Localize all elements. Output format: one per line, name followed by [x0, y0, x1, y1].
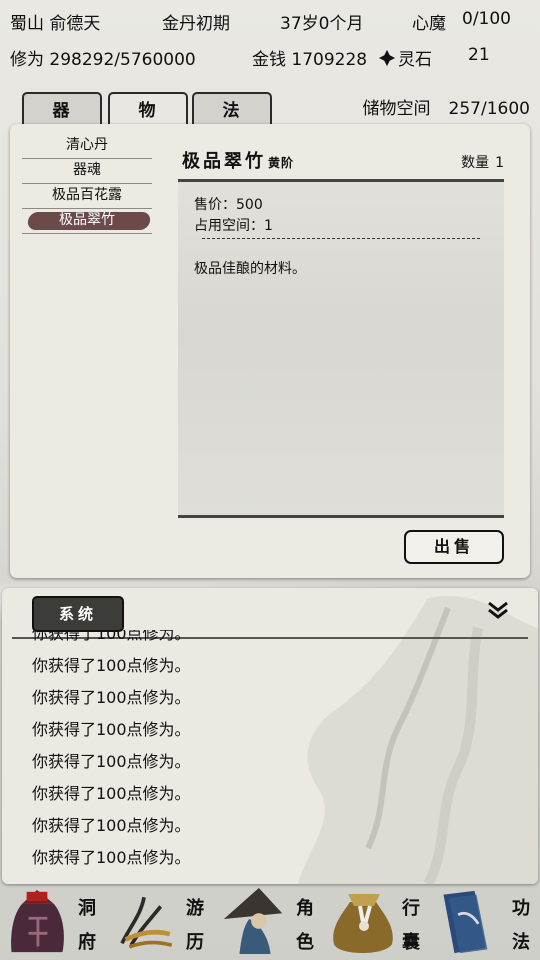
item-label: 极品翠竹	[59, 212, 115, 228]
nav-label-top: 行	[402, 898, 420, 919]
list-item[interactable]: 极品百花露	[22, 184, 152, 209]
nav-label-top: 角	[296, 898, 314, 919]
nav-label-bottom: 色	[296, 932, 314, 953]
bag-icon	[333, 894, 393, 953]
heart-demon-value: 0/100	[462, 9, 511, 29]
spirit-stone-group: 灵石	[378, 45, 432, 70]
divider	[202, 238, 480, 239]
book-icon	[443, 890, 488, 954]
quantity-label: 数量	[461, 155, 490, 171]
spirit-stone-icon	[378, 49, 396, 67]
log-line: 你获得了100点修为。	[32, 816, 191, 835]
heart-demon-label: 心魔	[412, 14, 446, 34]
player-name: 蜀山 俞德天	[10, 14, 101, 34]
bottom-navigation: 洞 府 游 历 角 色 行 囊 功 法	[0, 884, 540, 960]
log-list[interactable]: 你获得了100点修为。 你获得了100点修为。 你获得了100点修为。 你获得了…	[32, 630, 512, 880]
item-description-box: 售价：500 占用空间：1 极品佳酿的材料。	[178, 179, 504, 518]
storage-label: 储物空间	[362, 99, 431, 119]
money-value: 金钱 1709228	[252, 50, 368, 70]
log-line: 你获得了100点修为。	[32, 656, 191, 675]
nav-travel[interactable]: 游 历	[108, 884, 216, 960]
log-line: 你获得了100点修为。	[32, 630, 191, 643]
spirit-stone-label: 灵石	[398, 50, 432, 70]
item-price: 售价：500	[194, 197, 263, 213]
tab-system[interactable]: 系统	[32, 596, 124, 632]
item-description: 极品佳酿的材料。	[194, 261, 306, 277]
log-line: 你获得了100点修为。	[32, 784, 191, 803]
nav-cave-dwelling[interactable]: 洞 府	[0, 884, 108, 960]
inventory-panel: 清心丹 器魂 极品百花露 极品翠竹 极品翠竹 黄阶 数量 1 售价：500 占用空间…	[10, 124, 530, 578]
age-label: 37岁0个月	[280, 14, 364, 34]
list-item[interactable]: 器魂	[22, 159, 152, 184]
log-line: 你获得了100点修为。	[32, 720, 191, 739]
storage-value: 257/1600	[448, 99, 530, 119]
list-item[interactable]: 清心丹	[22, 134, 152, 159]
log-line: 你获得了100点修为。	[32, 848, 191, 867]
item-detail-title: 极品翠竹 黄阶	[182, 147, 294, 173]
log-line: 你获得了100点修为。	[32, 688, 191, 707]
tab-techniques[interactable]: 法	[192, 92, 272, 128]
character-icon	[223, 887, 283, 955]
storage-capacity: 储物空间 257/1600	[363, 94, 530, 119]
log-line: 你获得了100点修为。	[32, 752, 191, 771]
nav-label-bottom: 囊	[402, 932, 420, 953]
item-label: 清心丹	[66, 137, 108, 153]
nav-techniques[interactable]: 功 法	[432, 884, 540, 960]
quantity-value: 1	[495, 155, 504, 171]
item-label: 极品百花露	[52, 187, 122, 203]
nav-label-bottom: 历	[186, 932, 204, 953]
nav-bag[interactable]: 行 囊	[324, 884, 432, 960]
status-header: 蜀山 俞德天 金丹初期 37岁0个月 心魔 0/100 修为 298292/57…	[0, 0, 540, 80]
nav-label-bottom: 府	[78, 932, 96, 953]
cave-dwelling-icon	[11, 889, 64, 953]
nav-label-top: 游	[186, 898, 204, 919]
nav-label-bottom: 法	[512, 932, 530, 953]
nav-label-top: 洞	[78, 898, 96, 919]
item-space: 占用空间：1	[194, 218, 273, 234]
tab-equipment[interactable]: 器	[22, 92, 102, 128]
message-log-panel: 系统 你获得了100点修为。 你获得了100点修为。 你获得了100点修为。 你…	[2, 588, 538, 884]
item-quantity: 数量 1	[461, 152, 504, 172]
spirit-stone-value: 21	[468, 45, 490, 65]
item-list: 清心丹 器魂 极品百花露 极品翠竹	[22, 134, 152, 234]
item-grade: 黄阶	[268, 156, 295, 170]
realm-label: 金丹初期	[162, 14, 230, 34]
nav-label-top: 功	[512, 898, 530, 919]
list-item-selected[interactable]: 极品翠竹	[22, 209, 152, 234]
item-label: 器魂	[73, 162, 101, 178]
sell-button[interactable]: 出售	[404, 530, 504, 564]
collapse-chevron-icon[interactable]	[486, 600, 510, 620]
item-name: 极品翠竹	[182, 151, 266, 172]
nav-character[interactable]: 角 色	[216, 884, 324, 960]
tab-items[interactable]: 物	[108, 92, 188, 128]
travel-icon	[120, 896, 173, 949]
cultivation-value: 修为 298292/5760000	[10, 50, 196, 70]
